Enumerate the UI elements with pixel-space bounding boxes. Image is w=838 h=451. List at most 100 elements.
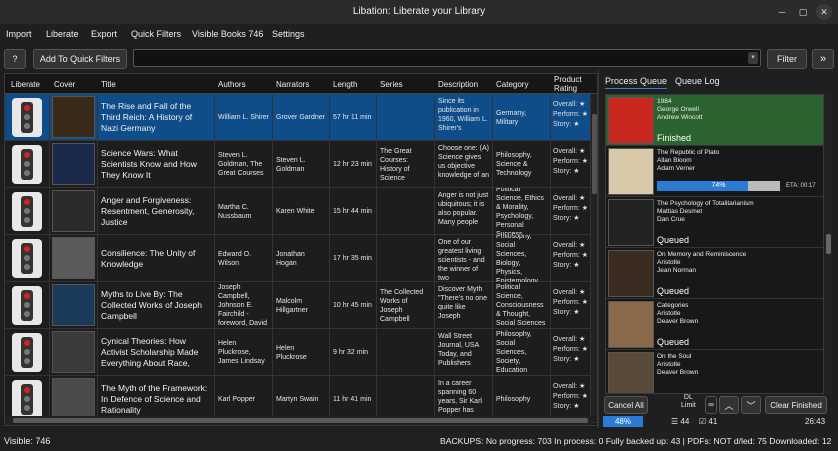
cover-cell[interactable] [50,329,98,376]
queue-item-info: Categories Aristotle Deaver Brown [657,302,698,326]
queue-item[interactable]: The Republic of Plato Allan Bloom Adam Ver… [606,146,823,197]
queue-item-title: On the Soul [657,353,692,360]
queue-item-progress-bar: 74% [657,181,780,191]
table-row[interactable]: The Rise and Fall of the Third Reich: A … [5,94,597,141]
queue-item[interactable]: Categories Aristotle Deaver Brown Queued [606,299,823,350]
queue-item-author: Allan Bloom [657,157,692,164]
description-cell: One of our greatest living scientists - … [435,235,493,282]
cover-image[interactable] [52,284,95,326]
table-row[interactable]: Science Wars: What Scientists Know and H… [5,141,597,188]
table-row[interactable]: Myths to Live By: The Collected Works of… [5,282,597,329]
liberate-cell[interactable] [5,188,50,235]
grid-horizontal-scrollbar[interactable] [5,416,591,425]
close-button[interactable]: ✕ [816,4,832,20]
menu-liberate[interactable]: Liberate [46,29,79,39]
visible-count: Visible: 746 [4,436,51,446]
cover-image[interactable] [52,378,95,420]
queue-cover-image [608,301,654,348]
menu-import[interactable]: Import [6,29,32,39]
minimize-button[interactable]: ─ [774,4,790,20]
narrators-cell: Steven L. Goldman [273,141,330,188]
cover-image[interactable] [52,96,95,138]
column-series[interactable]: Series [380,80,403,89]
cover-image[interactable] [52,237,95,279]
cover-image[interactable] [52,331,95,373]
expand-panel-button[interactable]: » [812,49,834,69]
liberate-cell[interactable] [5,141,50,188]
queue-item[interactable]: On the Soul Aristotle Deaver Brown [606,350,823,393]
liberate-status-icon[interactable] [12,145,42,184]
liberate-cell[interactable] [5,282,50,329]
column-authors[interactable]: Authors [218,80,246,89]
queue-item-narrator: Deaver Brown [657,369,699,376]
column-title[interactable]: Title [101,80,116,89]
liberate-status-icon[interactable] [12,333,42,372]
add-quick-filter-button[interactable]: Add To Quick Filters [33,49,127,69]
column-description[interactable]: Description [438,80,478,89]
queue-item-author: Aristotle [657,310,681,317]
chevron-down-icon[interactable]: ▾ [748,52,758,64]
menu-export[interactable]: Export [91,29,117,39]
queue-item-title: Categories [657,302,689,309]
column-category[interactable]: Category [496,80,528,89]
queue-item[interactable]: 1984 George Orwell Andrew Wincott Finished [606,95,823,146]
column-length[interactable]: Length [333,80,357,89]
column-liberate[interactable]: Liberate [11,80,40,89]
cover-image[interactable] [52,143,95,185]
search-input[interactable]: ▾ [133,49,761,67]
liberate-cell[interactable] [5,235,50,282]
length-cell: 15 hr 44 min [330,188,377,235]
category-cell: Political Science, Ethics & Morality, Ps… [493,188,551,235]
table-row[interactable]: Cynical Theories: How Activist Scholarsh… [5,329,597,376]
queue-item-narrator: Andrew Wincott [657,114,703,121]
tab-process-queue[interactable]: Process Queue [605,76,668,89]
tab-queue-log[interactable]: Queue Log [675,76,720,86]
menu-visible-books[interactable]: Visible Books 746 [192,29,263,39]
category-cell: Germany, Military [493,94,551,141]
cover-image[interactable] [52,190,95,232]
queue-item-author: Mattias Desmet [657,208,703,215]
move-up-button[interactable]: ︿ [719,396,739,414]
menu-settings[interactable]: Settings [272,29,305,39]
liberate-cell[interactable] [5,94,50,141]
liberate-status-icon[interactable] [12,380,42,419]
column-cover[interactable]: Cover [54,80,75,89]
dl-limit-label: DL Limit [681,394,696,409]
title-cell: The Rise and Fall of the Third Reich: A … [98,94,215,141]
help-button[interactable]: ? [4,49,26,69]
cover-cell[interactable] [50,188,98,235]
maximize-button[interactable]: ▢ [795,4,811,20]
liberate-status-icon[interactable] [12,286,42,325]
table-row[interactable]: Anger and Forgiveness: Resentment, Gener… [5,188,597,235]
clear-finished-button[interactable]: Clear Finished [765,396,827,414]
cover-cell[interactable] [50,282,98,329]
grid-vertical-scrollbar[interactable] [591,94,597,416]
liberate-status-icon[interactable] [12,98,42,137]
queue-item[interactable]: On Memory and Reminiscence Aristotle Jean … [606,248,823,299]
queue-scrollbar[interactable] [825,94,832,394]
queue-cover-image [608,97,654,144]
queue-item-info: On the Soul Aristotle Deaver Brown [657,353,698,377]
queue-item[interactable]: The Psychology of Totalitarianism Mattias… [606,197,823,248]
length-cell: 17 hr 35 min [330,235,377,282]
length-cell: 12 hr 23 min [330,141,377,188]
cancel-all-button[interactable]: Cancel All [604,396,648,414]
liberate-cell[interactable] [5,329,50,376]
liberate-status-icon[interactable] [12,239,42,278]
filter-button[interactable]: Filter [767,49,807,69]
cover-cell[interactable] [50,235,98,282]
authors-cell: Helen Pluckrose, James Lindsay [215,329,273,376]
table-row[interactable]: Consilience: The Unity of Knowledge Edwar… [5,235,597,282]
queue-item-title: 1984 [657,98,672,105]
move-down-button[interactable]: ﹀ [741,396,761,414]
title-bar: Libation: Liberate your Library ─ ▢ ✕ [0,0,838,24]
dl-limit-field[interactable]: ∞ [705,396,717,414]
queue-cover-image [608,352,654,393]
menu-quick-filters[interactable]: Quick Filters [131,29,181,39]
cover-cell[interactable] [50,141,98,188]
column-product-rating[interactable]: Product Rating [554,75,582,93]
title-cell: Consilience: The Unity of Knowledge [98,235,215,282]
cover-cell[interactable] [50,94,98,141]
column-narrators[interactable]: Narrators [276,80,309,89]
liberate-status-icon[interactable] [12,192,42,231]
